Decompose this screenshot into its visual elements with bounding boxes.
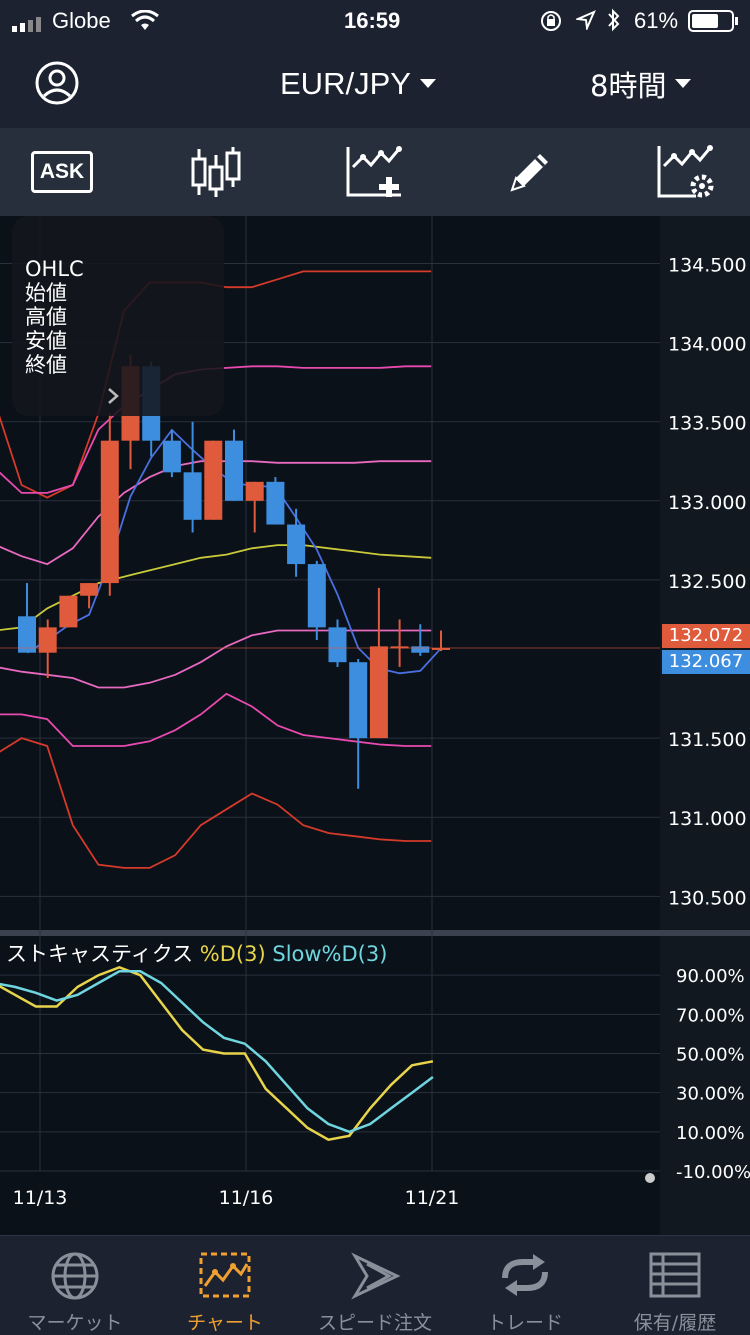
- tab-speed-order[interactable]: スピード注文: [300, 1236, 450, 1335]
- candle-body: [100, 440, 119, 584]
- y-tick-label: 131.000: [668, 808, 747, 830]
- clock: 16:59: [344, 8, 401, 33]
- chart-settings-icon: [657, 145, 714, 198]
- candle-body: [18, 616, 36, 653]
- tab-label-market: マーケット: [27, 1312, 123, 1334]
- candle-body: [245, 481, 264, 501]
- ask-label: ASK: [31, 151, 93, 193]
- pane-separator: [0, 930, 750, 936]
- ask-bid-toggle-button[interactable]: ASK: [22, 142, 102, 202]
- legend-slow-d3: Slow%D(3): [272, 942, 388, 966]
- globe-icon: [51, 1252, 99, 1300]
- indicator-name: ストキャスティクス: [6, 942, 194, 966]
- location-icon: [574, 10, 596, 36]
- ohlc-title: OHLC: [25, 257, 84, 281]
- y-tick-label: 133.500: [668, 413, 747, 435]
- candle-body: [80, 583, 99, 596]
- y-tick-label: 134.500: [668, 254, 747, 276]
- x-tick-label: 11/16: [219, 1187, 274, 1209]
- candlestick-icon: [191, 147, 241, 197]
- stoch-y-tick-label: 10.00%: [676, 1123, 745, 1144]
- tab-label-trade: トレード: [486, 1312, 563, 1334]
- tab-label-positions-history: 保有/履歴: [633, 1312, 717, 1334]
- candle-body: [204, 440, 223, 520]
- ohlc-high-label: 高値: [25, 305, 67, 329]
- scroll-indicator: [645, 1173, 655, 1183]
- candle-body: [38, 627, 57, 653]
- ohlc-close-label: 終値: [25, 353, 67, 377]
- pencil-icon: [510, 154, 548, 192]
- tab-label-chart: チャート: [187, 1312, 263, 1334]
- candle-body: [328, 627, 347, 663]
- y-tick-label: 134.000: [668, 334, 747, 356]
- symbol-label: EUR/JPY: [280, 66, 411, 101]
- speed-arrow-icon: [351, 1252, 401, 1300]
- chart-type-button[interactable]: [176, 142, 256, 202]
- x-tick-label: 11/21: [405, 1187, 460, 1209]
- stoch-y-tick-label: 70.00%: [676, 1005, 745, 1026]
- timeframe-selector[interactable]: 8時間: [590, 64, 692, 104]
- bluetooth-icon: [606, 8, 622, 38]
- indicator-legend: ストキャスティクス %D(3) Slow%D(3): [6, 938, 387, 968]
- ohlc-panel[interactable]: OHLC 始値 高値 安値 終値: [12, 216, 224, 416]
- y-tick-label: 130.500: [668, 887, 747, 909]
- candle-body: [162, 440, 181, 473]
- signal-icon: [12, 12, 48, 38]
- timeframe-label: 8時間: [590, 69, 667, 103]
- battery-percent: 61%: [634, 8, 679, 33]
- candle-body: [266, 481, 285, 525]
- bottom-tab-bar: マーケット チャート スピード注文 トレード 保有/履歴: [0, 1235, 750, 1335]
- chevron-down-icon: [675, 79, 692, 88]
- add-indicator-button[interactable]: [334, 142, 414, 202]
- chart-icon: [199, 1252, 251, 1298]
- tab-label-speed-order: スピード注文: [317, 1312, 432, 1334]
- legend-d3: %D(3): [199, 942, 266, 966]
- chart-settings-button[interactable]: [646, 142, 726, 202]
- chart-toolbar: ASK: [0, 128, 750, 216]
- chevron-right-icon[interactable]: [106, 386, 120, 406]
- candle-body: [411, 646, 430, 653]
- exchange-icon: [502, 1254, 548, 1296]
- tab-trade[interactable]: トレード: [450, 1236, 600, 1335]
- candle-body: [225, 440, 243, 501]
- candle-body: [349, 662, 368, 739]
- tab-market[interactable]: マーケット: [0, 1236, 150, 1335]
- bollinger-lower-3: [0, 737, 432, 869]
- candle-body: [369, 646, 388, 739]
- stoch-y-tick-label: 90.00%: [676, 966, 745, 987]
- y-tick-label: 132.500: [668, 571, 747, 593]
- candle-body: [287, 524, 306, 565]
- symbol-selector[interactable]: EUR/JPY: [280, 64, 437, 104]
- tab-positions-history[interactable]: 保有/履歴: [600, 1236, 750, 1335]
- tab-chart[interactable]: チャート: [150, 1236, 300, 1335]
- stoch-y-tick-label: -10.00%: [676, 1162, 750, 1183]
- x-tick-label: 11/13: [13, 1187, 68, 1209]
- user-icon: [35, 61, 79, 105]
- candle-body: [307, 564, 326, 628]
- stoch-y-tick-label: 50.00%: [676, 1045, 745, 1066]
- chevron-down-icon: [419, 79, 436, 88]
- ohlc-open-label: 始値: [25, 281, 67, 305]
- ask-price-badge: 132.072: [662, 624, 750, 648]
- status-bar: Globe 16:59 61%: [0, 0, 750, 40]
- stoch-y-tick-label: 30.00%: [676, 1084, 745, 1105]
- list-icon: [649, 1252, 701, 1298]
- y-tick-label: 133.000: [668, 492, 747, 514]
- y-tick-label: 131.500: [668, 729, 747, 751]
- ohlc-low-label: 安値: [25, 329, 67, 353]
- account-button[interactable]: [34, 60, 80, 106]
- add-indicator-icon: [346, 146, 402, 197]
- carrier-name: Globe: [52, 8, 111, 33]
- candle-body: [59, 595, 78, 628]
- wifi-icon: [130, 9, 160, 38]
- drawing-tool-button[interactable]: [490, 142, 570, 202]
- candle-body: [183, 472, 202, 520]
- app-header: EUR/JPY 8時間: [0, 40, 750, 128]
- bid-price-badge: 132.067: [662, 650, 750, 674]
- battery-icon: [688, 10, 740, 38]
- rotation-lock-icon: [540, 10, 562, 38]
